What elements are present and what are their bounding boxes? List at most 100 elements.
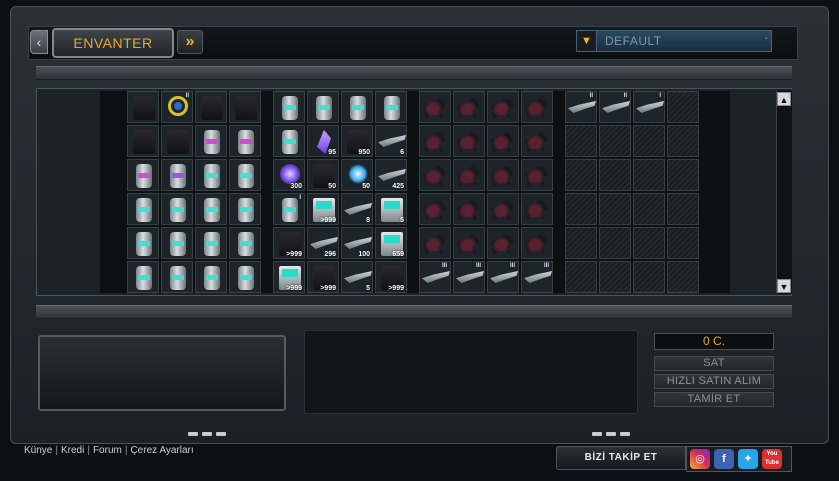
- inventory-slot[interactable]: [195, 261, 227, 293]
- dropdown-arrow-icon[interactable]: ▼: [577, 31, 597, 51]
- empty-slot[interactable]: [667, 91, 699, 123]
- inventory-slot[interactable]: 950: [341, 125, 373, 157]
- inventory-slot[interactable]: [229, 193, 261, 225]
- inventory-slot[interactable]: [453, 125, 485, 157]
- inventory-slot[interactable]: [487, 227, 519, 259]
- inventory-slot[interactable]: 659: [375, 227, 407, 259]
- empty-slot[interactable]: [667, 193, 699, 225]
- inventory-slot[interactable]: [521, 227, 553, 259]
- empty-slot[interactable]: [633, 125, 665, 157]
- empty-slot[interactable]: [599, 159, 631, 191]
- inventory-slot[interactable]: 300: [273, 159, 305, 191]
- inventory-slot[interactable]: [453, 159, 485, 191]
- inventory-slot[interactable]: [161, 159, 193, 191]
- inventory-slot[interactable]: 5: [375, 193, 407, 225]
- inventory-slot[interactable]: 425: [375, 159, 407, 191]
- inventory-slot[interactable]: [195, 193, 227, 225]
- inventory-slot[interactable]: [229, 261, 261, 293]
- inventory-slot[interactable]: II: [599, 91, 631, 123]
- empty-slot[interactable]: [599, 193, 631, 225]
- empty-slot[interactable]: [565, 159, 597, 191]
- inventory-slot[interactable]: [487, 91, 519, 123]
- inventory-slot[interactable]: >999: [273, 261, 305, 293]
- inventory-slot[interactable]: [273, 125, 305, 157]
- inventory-slot[interactable]: II: [565, 91, 597, 123]
- youtube-icon[interactable]: You Tube: [762, 449, 782, 469]
- empty-slot[interactable]: [633, 193, 665, 225]
- inventory-slot[interactable]: [341, 91, 373, 123]
- inventory-slot[interactable]: [521, 125, 553, 157]
- inventory-slot[interactable]: [419, 227, 451, 259]
- empty-slot[interactable]: [633, 261, 665, 293]
- inventory-scrollbar[interactable]: [776, 90, 792, 294]
- inventory-slot[interactable]: III: [487, 261, 519, 293]
- inventory-slot[interactable]: [273, 91, 305, 123]
- inventory-slot[interactable]: 100: [341, 227, 373, 259]
- empty-slot[interactable]: [565, 193, 597, 225]
- empty-slot[interactable]: [565, 125, 597, 157]
- empty-slot[interactable]: [633, 159, 665, 191]
- inventory-slot[interactable]: III: [453, 261, 485, 293]
- empty-slot[interactable]: [565, 261, 597, 293]
- twitter-icon[interactable]: ✦: [738, 449, 758, 469]
- forward-button[interactable]: »: [177, 30, 203, 54]
- inventory-slot[interactable]: [307, 91, 339, 123]
- inventory-slot[interactable]: [521, 91, 553, 123]
- inventory-slot[interactable]: 8: [341, 193, 373, 225]
- inventory-slot[interactable]: 5: [341, 261, 373, 293]
- inventory-slot[interactable]: [521, 159, 553, 191]
- inventory-slot[interactable]: [375, 91, 407, 123]
- inventory-slot[interactable]: [161, 125, 193, 157]
- footer-link-kredi[interactable]: Kredi: [61, 445, 84, 456]
- back-arrow-button[interactable]: ‹: [30, 30, 48, 54]
- inventory-slot[interactable]: [453, 193, 485, 225]
- inventory-slot[interactable]: II: [161, 91, 193, 123]
- empty-slot[interactable]: [667, 261, 699, 293]
- inventory-slot[interactable]: [127, 227, 159, 259]
- empty-slot[interactable]: [599, 227, 631, 259]
- inventory-slot[interactable]: [161, 193, 193, 225]
- footer-link-forum[interactable]: Forum: [93, 445, 122, 456]
- inventory-slot[interactable]: [161, 227, 193, 259]
- empty-slot[interactable]: [667, 159, 699, 191]
- footer-link-kunye[interactable]: Künye: [24, 445, 52, 456]
- inventory-slot[interactable]: >999: [375, 261, 407, 293]
- scroll-down-icon[interactable]: ▼: [777, 279, 791, 293]
- inventory-slot[interactable]: >999: [273, 227, 305, 259]
- quick-buy-button[interactable]: HIZLI SATIN ALIM: [654, 374, 774, 389]
- inventory-slot[interactable]: [419, 193, 451, 225]
- inventory-slot[interactable]: [453, 227, 485, 259]
- inventory-slot[interactable]: [195, 125, 227, 157]
- inventory-slot[interactable]: [161, 261, 193, 293]
- inventory-slot[interactable]: 6: [375, 125, 407, 157]
- inventory-slot[interactable]: [419, 159, 451, 191]
- inventory-slot[interactable]: [419, 91, 451, 123]
- inventory-slot[interactable]: III: [521, 261, 553, 293]
- inventory-slot[interactable]: [229, 159, 261, 191]
- inventory-slot[interactable]: [127, 125, 159, 157]
- inventory-slot[interactable]: [453, 91, 485, 123]
- inventory-slot[interactable]: 50: [341, 159, 373, 191]
- empty-slot[interactable]: [599, 261, 631, 293]
- inventory-slot[interactable]: [127, 159, 159, 191]
- scroll-up-icon[interactable]: ▲: [777, 92, 791, 106]
- inventory-slot[interactable]: [229, 125, 261, 157]
- inventory-slot[interactable]: >999: [307, 193, 339, 225]
- config-select[interactable]: ▼ DEFAULT -: [576, 30, 772, 52]
- inventory-slot[interactable]: >999: [307, 261, 339, 293]
- sell-button[interactable]: SAT: [654, 356, 774, 371]
- empty-slot[interactable]: [667, 227, 699, 259]
- empty-slot[interactable]: [599, 125, 631, 157]
- inventory-slot[interactable]: I: [273, 193, 305, 225]
- footer-link-cookie-settings[interactable]: Çerez Ayarları: [130, 445, 193, 456]
- inventory-slot[interactable]: [229, 91, 261, 123]
- inventory-slot[interactable]: 50: [307, 159, 339, 191]
- inventory-slot[interactable]: I: [633, 91, 665, 123]
- empty-slot[interactable]: [565, 227, 597, 259]
- instagram-icon[interactable]: ◎: [690, 449, 710, 469]
- inventory-slot[interactable]: III: [419, 261, 451, 293]
- inventory-slot[interactable]: [195, 227, 227, 259]
- inventory-slot[interactable]: [127, 91, 159, 123]
- inventory-slot[interactable]: [487, 193, 519, 225]
- inventory-slot[interactable]: [487, 125, 519, 157]
